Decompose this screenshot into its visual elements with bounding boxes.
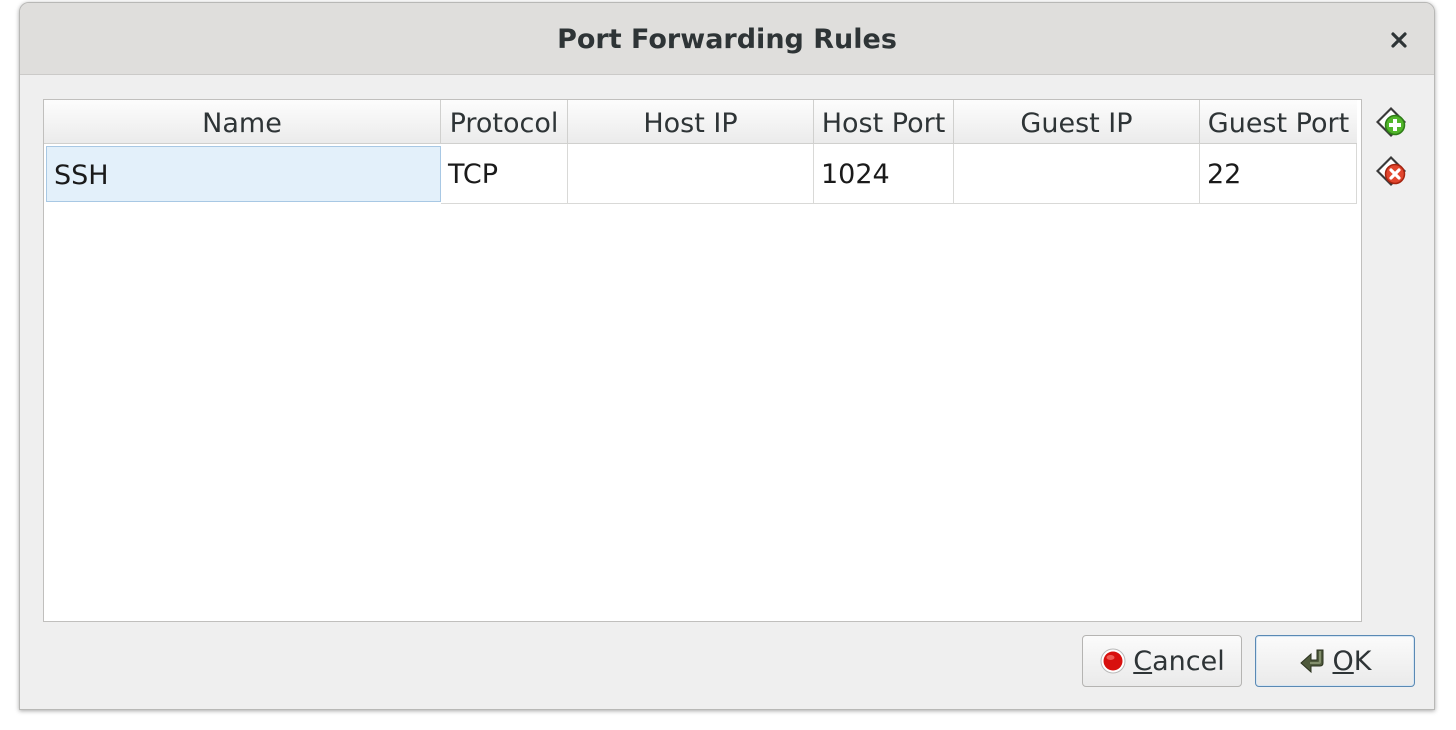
ok-label-rest: K <box>1353 645 1372 677</box>
cancel-label-rest: ancel <box>1152 645 1225 677</box>
cell-protocol[interactable]: TCP <box>441 144 568 204</box>
ok-mnemonic: O <box>1332 645 1354 677</box>
close-icon <box>1391 32 1407 48</box>
cell-host-ip[interactable] <box>568 144 814 204</box>
cancel-label: Cancel <box>1133 646 1224 677</box>
remove-rule-icon <box>1376 156 1406 186</box>
ok-label: OK <box>1333 646 1372 677</box>
column-header-protocol[interactable]: Protocol <box>441 100 568 144</box>
cell-guest-ip[interactable] <box>954 144 1200 204</box>
ok-button[interactable]: OK <box>1255 635 1415 687</box>
rules-table: Name Protocol Host IP Host Port Guest IP… <box>43 99 1362 622</box>
column-header-guest-ip[interactable]: Guest IP <box>954 100 1200 144</box>
column-header-host-port[interactable]: Host Port <box>814 100 954 144</box>
table-row[interactable]: SSH TCP 1024 22 <box>44 144 1361 204</box>
title-bar: Port Forwarding Rules <box>20 3 1434 75</box>
close-button[interactable] <box>1382 23 1416 57</box>
column-header-guest-port[interactable]: Guest Port <box>1200 100 1357 144</box>
column-header-host-ip[interactable]: Host IP <box>568 100 814 144</box>
add-rule-icon <box>1376 107 1406 137</box>
cell-guest-port[interactable]: 22 <box>1200 144 1357 204</box>
add-rule-button[interactable] <box>1373 104 1409 140</box>
column-header-name[interactable]: Name <box>44 100 441 144</box>
stop-icon <box>1100 648 1126 674</box>
cell-name[interactable]: SSH <box>46 146 441 202</box>
cancel-button[interactable]: Cancel <box>1082 635 1242 687</box>
table-header: Name Protocol Host IP Host Port Guest IP… <box>44 100 1361 144</box>
enter-arrow-icon <box>1299 649 1323 674</box>
cell-host-port[interactable]: 1024 <box>814 144 954 204</box>
dialog-title: Port Forwarding Rules <box>557 24 897 55</box>
remove-rule-button[interactable] <box>1373 153 1409 189</box>
port-forwarding-dialog: Port Forwarding Rules Name Protocol Host… <box>19 2 1435 710</box>
cancel-mnemonic: C <box>1133 645 1153 677</box>
